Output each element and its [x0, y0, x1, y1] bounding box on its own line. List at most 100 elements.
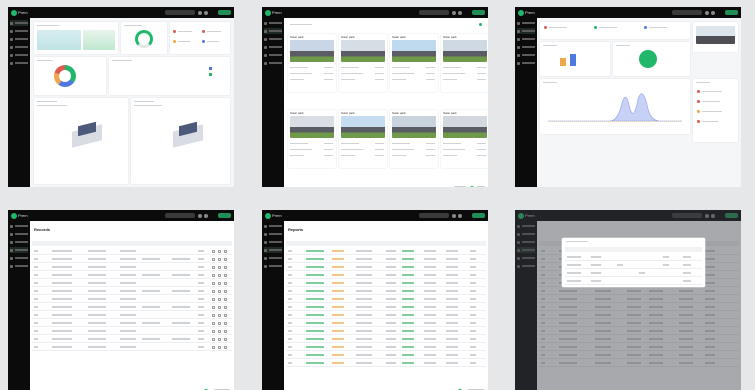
- search-input[interactable]: [419, 10, 449, 15]
- table-row[interactable]: [286, 359, 486, 367]
- project-card[interactable]: Solar park: [288, 34, 336, 92]
- row-action-icon[interactable]: [224, 313, 227, 317]
- row-action-icon[interactable]: [218, 329, 221, 333]
- account-button[interactable]: [472, 10, 485, 15]
- account-button[interactable]: [218, 213, 231, 218]
- sidebar-item-projects[interactable]: [10, 231, 28, 237]
- table-row[interactable]: [32, 295, 232, 303]
- project-card[interactable]: Solar park: [390, 110, 438, 168]
- table-row[interactable]: [286, 247, 486, 255]
- sidebar-item-settings[interactable]: [264, 60, 282, 66]
- row-action-icon[interactable]: [218, 305, 221, 309]
- site-thumbnail-card[interactable]: [693, 22, 738, 52]
- bell-icon[interactable]: [452, 213, 456, 218]
- app-logo[interactable]: Prem: [11, 212, 28, 219]
- table-row[interactable]: [286, 287, 486, 295]
- table-row[interactable]: [32, 263, 232, 271]
- row-action-icon[interactable]: [224, 345, 227, 349]
- table-row[interactable]: [286, 319, 486, 327]
- row-action-icon[interactable]: [218, 345, 221, 349]
- sidebar-item[interactable]: [10, 255, 28, 261]
- row-action-icon[interactable]: [212, 305, 215, 309]
- sidebar-item-projects[interactable]: [264, 28, 282, 34]
- project-card[interactable]: Solar park: [339, 110, 387, 168]
- sidebar-item-settings[interactable]: [264, 263, 282, 269]
- table-row[interactable]: [286, 327, 486, 335]
- sidebar-item[interactable]: [10, 247, 28, 253]
- pagination-next[interactable]: [477, 186, 485, 187]
- table-row[interactable]: [32, 279, 232, 287]
- sidebar-item-projects[interactable]: [264, 231, 282, 237]
- app-logo[interactable]: Prem: [265, 9, 282, 16]
- table-row[interactable]: [286, 271, 486, 279]
- row-action-icon[interactable]: [224, 257, 227, 261]
- table-row[interactable]: [32, 303, 232, 311]
- row-action-icon[interactable]: [224, 297, 227, 301]
- table-row[interactable]: [32, 271, 232, 279]
- pagination-select[interactable]: [454, 186, 466, 187]
- sidebar-item-settings[interactable]: [517, 60, 535, 66]
- row-action-icon[interactable]: [218, 281, 221, 285]
- modal-overlay[interactable]: [515, 210, 741, 390]
- sidebar-item[interactable]: [264, 52, 282, 58]
- search-input[interactable]: [419, 213, 449, 218]
- row-action-icon[interactable]: [212, 281, 215, 285]
- user-avatar-icon[interactable]: [458, 213, 462, 218]
- user-avatar-icon[interactable]: [204, 10, 208, 15]
- row-action-icon[interactable]: [224, 249, 227, 253]
- table-row[interactable]: [32, 311, 232, 319]
- row-action-icon[interactable]: [212, 345, 215, 349]
- sidebar-item[interactable]: [10, 44, 28, 50]
- row-action-icon[interactable]: [218, 249, 221, 253]
- table-row[interactable]: [32, 287, 232, 295]
- table-row[interactable]: [286, 311, 486, 319]
- sidebar-item[interactable]: [517, 52, 535, 58]
- table-row[interactable]: [286, 303, 486, 311]
- sidebar-item[interactable]: [517, 44, 535, 50]
- sidebar-item-dashboard[interactable]: [10, 223, 28, 229]
- bell-icon[interactable]: [198, 10, 202, 15]
- sidebar-item-dashboard[interactable]: [10, 20, 28, 26]
- project-card[interactable]: Solar park: [339, 34, 387, 92]
- table-row[interactable]: [32, 255, 232, 263]
- sidebar-item[interactable]: [10, 52, 28, 58]
- sidebar-item-dashboard[interactable]: [517, 20, 535, 26]
- table-row[interactable]: [32, 343, 232, 351]
- table-row[interactable]: [32, 335, 232, 343]
- table-row[interactable]: [565, 253, 702, 261]
- row-action-icon[interactable]: [218, 313, 221, 317]
- row-action-icon[interactable]: [212, 337, 215, 341]
- sidebar-item-dashboard[interactable]: [264, 20, 282, 26]
- sidebar-item[interactable]: [517, 36, 535, 42]
- project-card[interactable]: Solar park: [441, 110, 488, 168]
- table-row[interactable]: [565, 261, 702, 269]
- row-action-icon[interactable]: [224, 337, 227, 341]
- table-row[interactable]: [565, 277, 702, 285]
- row-action-icon[interactable]: [218, 297, 221, 301]
- project-card[interactable]: Solar park: [390, 34, 438, 92]
- search-input[interactable]: [165, 10, 195, 15]
- sidebar-item-settings[interactable]: [10, 60, 28, 66]
- row-action-icon[interactable]: [224, 281, 227, 285]
- row-action-icon[interactable]: [218, 265, 221, 269]
- project-overview-card[interactable]: [34, 22, 118, 54]
- row-action-icon[interactable]: [224, 265, 227, 269]
- table-row[interactable]: [32, 327, 232, 335]
- row-action-icon[interactable]: [212, 257, 215, 261]
- table-row[interactable]: [565, 269, 702, 277]
- row-action-icon[interactable]: [212, 273, 215, 277]
- account-button[interactable]: [725, 10, 738, 15]
- row-action-icon[interactable]: [218, 289, 221, 293]
- row-action-icon[interactable]: [212, 313, 215, 317]
- sidebar-item[interactable]: [264, 247, 282, 253]
- table-row[interactable]: [32, 247, 232, 255]
- row-action-icon[interactable]: [218, 337, 221, 341]
- row-action-icon[interactable]: [224, 321, 227, 325]
- table-row[interactable]: [286, 351, 486, 359]
- sidebar-item[interactable]: [264, 239, 282, 245]
- table-row[interactable]: [286, 279, 486, 287]
- table-row[interactable]: [286, 255, 486, 263]
- app-logo[interactable]: Prem: [518, 9, 535, 16]
- pagination-page[interactable]: [470, 186, 474, 187]
- user-avatar-icon[interactable]: [458, 10, 462, 15]
